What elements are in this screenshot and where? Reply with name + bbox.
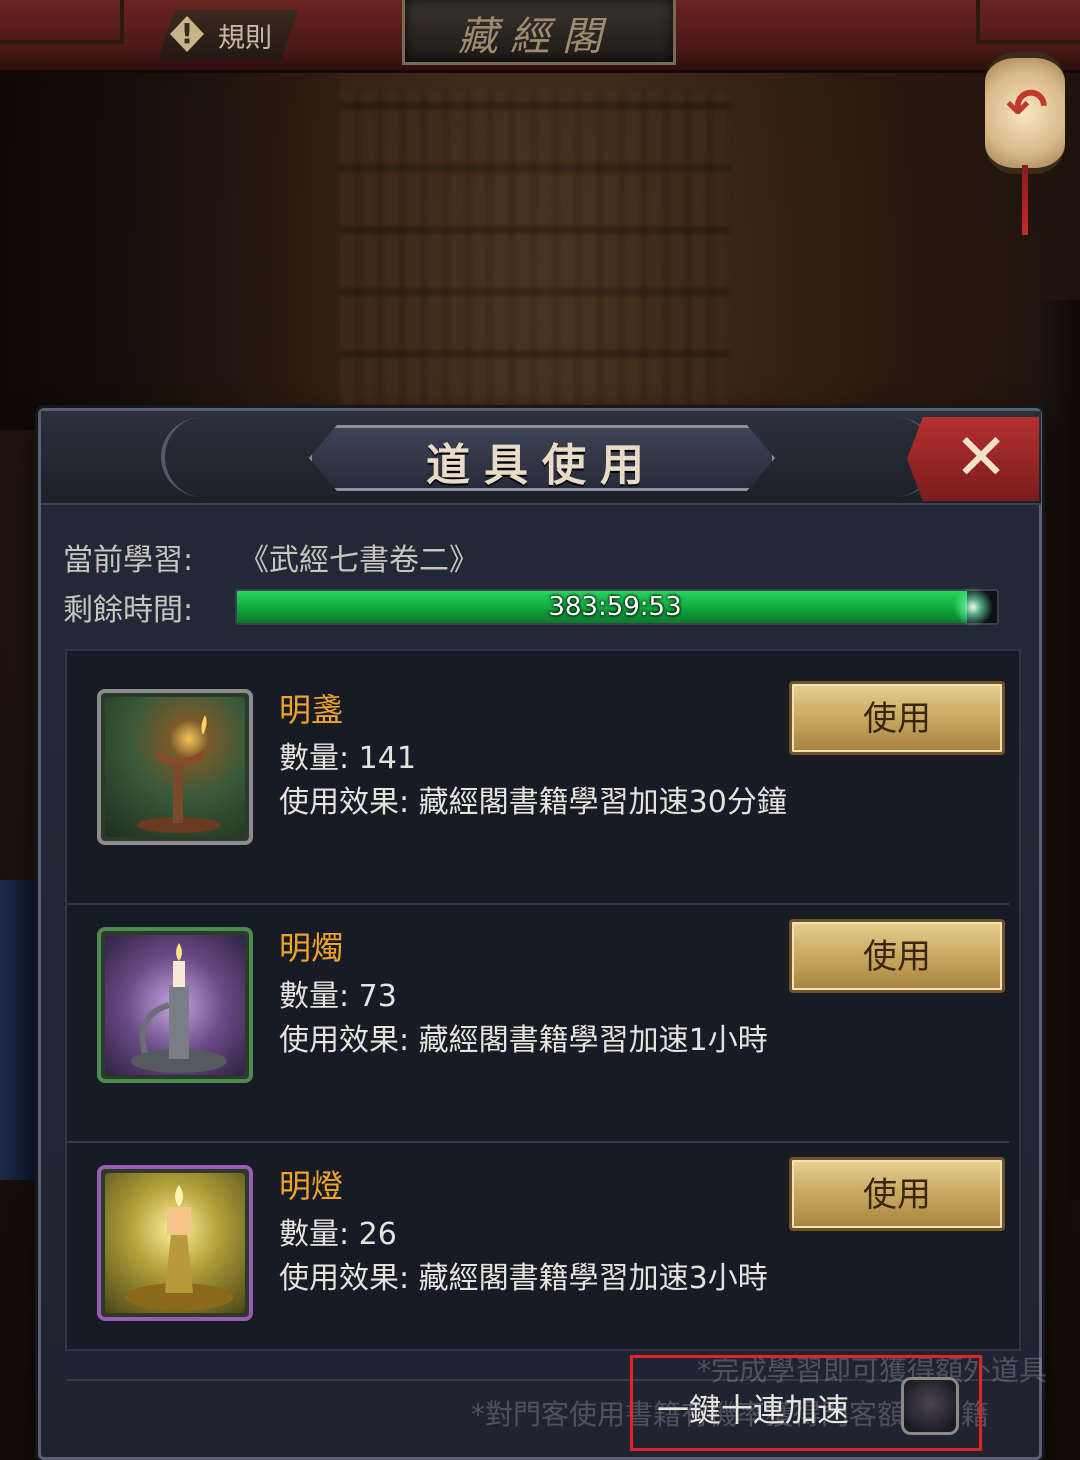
ten-speedup-label[interactable]: 一鍵十連加速: [657, 1385, 849, 1431]
use-button-label: 使用: [863, 699, 931, 739]
ten-speedup-checkbox[interactable]: [901, 1377, 959, 1435]
background-left-edge: [0, 880, 40, 1180]
background-right-edge: [1040, 300, 1080, 1200]
item-icon-frame: [97, 689, 253, 845]
item-icon-frame: [97, 927, 253, 1083]
item-icon-frame: [97, 1165, 253, 1321]
item-row-mingzhan: 明盞 數量: 141 使用效果: 藏經閣書籍學習加速30分鐘 使用: [67, 667, 1009, 905]
current-book-title: 《武經七書卷二》: [239, 543, 479, 578]
item-effect: 使用效果: 藏經閣書籍學習加速1小時: [279, 1023, 768, 1058]
remaining-time-label: 剩餘時間:: [63, 593, 194, 628]
item-quantity: 數量: 26: [279, 1217, 397, 1252]
current-study-label: 當前學習:: [63, 543, 194, 578]
item-row-mingdeng: 明燈 數量: 26 使用效果: 藏經閣書籍學習加速3小時 使用: [67, 1143, 1009, 1381]
use-button[interactable]: 使用: [789, 1157, 1005, 1231]
close-icon[interactable]: ✕: [946, 423, 1016, 493]
topbar-corner-left: [0, 0, 124, 44]
background-bookshelf: [340, 90, 730, 420]
item-name: 明燭: [279, 929, 344, 967]
back-arrow-icon[interactable]: ↶: [1000, 80, 1054, 134]
item-row-mingzhu: 明燭 數量: 73 使用效果: 藏經閣書籍學習加速1小時 使用: [67, 905, 1009, 1143]
page-title: 藏經閣: [458, 14, 614, 60]
item-effect: 使用效果: 藏經閣書籍學習加速3小時: [279, 1261, 768, 1296]
dialog-title: 道具使用: [426, 440, 658, 491]
use-button[interactable]: 使用: [789, 919, 1005, 993]
item-use-dialog: 道具使用 ✕ 當前學習: 《武經七書卷二》 剩餘時間: 383:59:53 明盞…: [38, 408, 1047, 1460]
rules-label[interactable]: 規則: [218, 16, 272, 55]
item-name: 明燈: [279, 1167, 344, 1205]
background-shadow: [0, 70, 340, 430]
item-quantity: 數量: 73: [279, 979, 397, 1014]
candle-lamp-icon: [105, 1173, 245, 1313]
lantern-tassel: [1022, 165, 1028, 235]
item-name: 明盞: [279, 691, 344, 729]
remaining-time-value: 383:59:53: [548, 592, 682, 622]
candle-holder-icon: [105, 935, 245, 1075]
header-ornament-left: [161, 417, 245, 497]
topbar-corner-right: [976, 0, 1080, 44]
use-button-label: 使用: [863, 937, 931, 977]
item-effect: 使用效果: 藏經閣書籍學習加速30分鐘: [279, 785, 787, 820]
oil-lamp-icon: [105, 697, 245, 837]
use-button[interactable]: 使用: [789, 681, 1005, 755]
use-button-label: 使用: [863, 1175, 931, 1215]
item-quantity: 數量: 141: [279, 741, 416, 776]
